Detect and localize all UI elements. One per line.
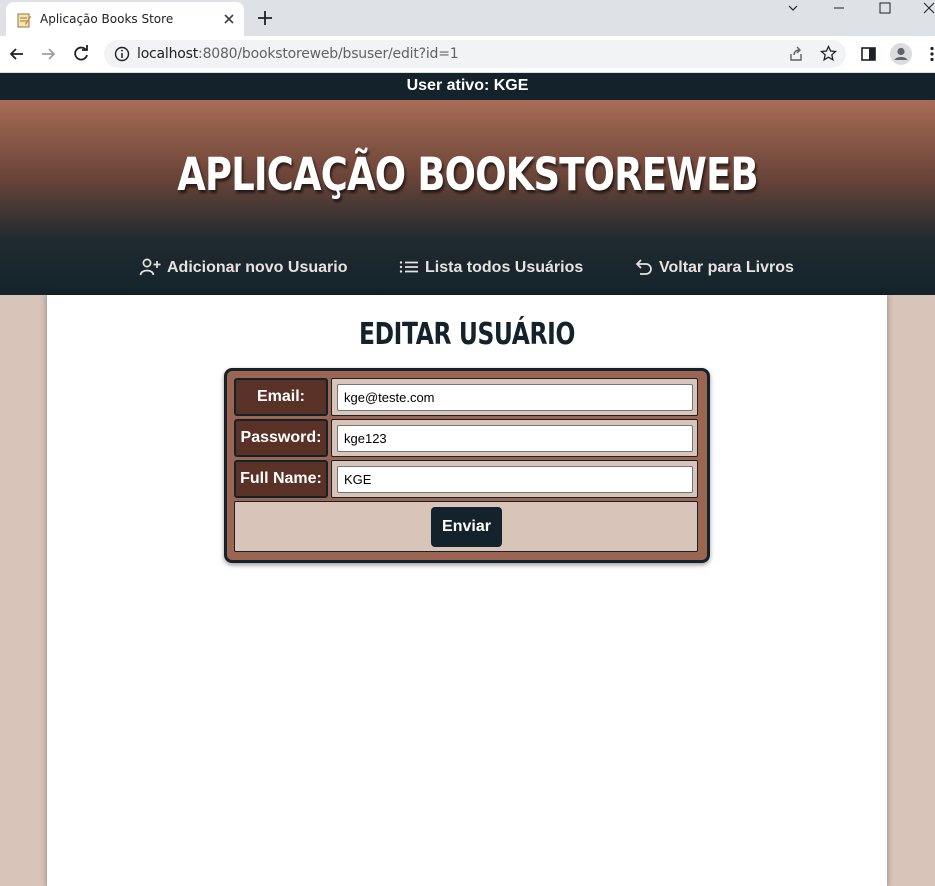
fullname-cell [331, 460, 698, 498]
browser-tab[interactable]: Aplicação Books Store [6, 2, 244, 36]
star-icon[interactable] [820, 45, 837, 62]
nav-back-books-link[interactable]: Voltar para Livros [635, 257, 800, 279]
tab-title: Aplicação Books Store [40, 12, 174, 26]
profile-icon[interactable] [890, 43, 912, 65]
email-field[interactable] [337, 384, 693, 411]
main-content: EDITAR USUÁRIO Email: Password: Full Nam… [47, 295, 887, 886]
fullname-label: Full Name: [234, 460, 328, 498]
window-close-icon[interactable] [908, 0, 935, 18]
site-title: APLICAÇÃO BOOKSTOREWEB [177, 148, 758, 201]
email-cell [331, 378, 698, 416]
address-bar[interactable]: localhost:8080/bookstoreweb/bsuser/edit?… [104, 40, 846, 68]
password-label: Password: [234, 419, 328, 457]
email-label: Email: [234, 378, 328, 416]
fullname-field[interactable] [337, 466, 693, 493]
url-path: :8080/bookstoreweb/bsuser/edit?id=1 [198, 46, 459, 62]
active-user-bar: User ativo: KGE [0, 73, 935, 100]
chevron-down-icon[interactable] [770, 0, 816, 18]
info-icon[interactable] [114, 46, 130, 62]
page-heading: EDITAR USUÁRIO [359, 317, 575, 352]
reload-icon[interactable] [71, 44, 91, 64]
edit-user-form: Email: Password: Full Name: Enviar [224, 368, 710, 563]
site-header: APLICAÇÃO BOOKSTOREWEB Adicionar novo Us… [0, 100, 935, 295]
browser-tabbar: Aplicação Books Store [0, 0, 935, 36]
plus-icon[interactable] [255, 8, 275, 28]
forward-arrow-icon[interactable] [38, 44, 58, 64]
password-field[interactable] [337, 425, 693, 452]
minimize-icon[interactable] [816, 0, 862, 18]
list-icon [399, 261, 418, 273]
undo-arrow-icon [635, 259, 652, 275]
share-icon[interactable] [788, 46, 804, 62]
nav-list-users-label: Lista todos Usuários [425, 259, 584, 276]
nav-add-user-link[interactable]: Adicionar novo Usuario [139, 257, 354, 279]
browser-toolbar: localhost:8080/bookstoreweb/bsuser/edit?… [0, 36, 935, 73]
maximize-icon[interactable] [862, 0, 908, 18]
submit-row: Enviar [234, 501, 698, 552]
password-cell [331, 419, 698, 457]
nav-list-users-link[interactable]: Lista todos Usuários [399, 257, 589, 279]
close-icon[interactable] [220, 10, 238, 28]
back-arrow-icon[interactable] [7, 44, 27, 64]
menu-dots-icon[interactable] [924, 45, 935, 63]
submit-button[interactable]: Enviar [431, 507, 502, 547]
side-panel-icon[interactable] [860, 45, 878, 63]
nav-add-user-label: Adicionar novo Usuario [167, 259, 348, 276]
add-user-icon [139, 258, 161, 276]
url-host: localhost [137, 46, 199, 62]
active-user-text: User ativo: KGE [406, 77, 529, 94]
notepad-favicon-icon [17, 13, 31, 28]
url-text[interactable]: localhost:8080/bookstoreweb/bsuser/edit?… [137, 46, 459, 62]
nav-back-books-label: Voltar para Livros [659, 259, 794, 276]
